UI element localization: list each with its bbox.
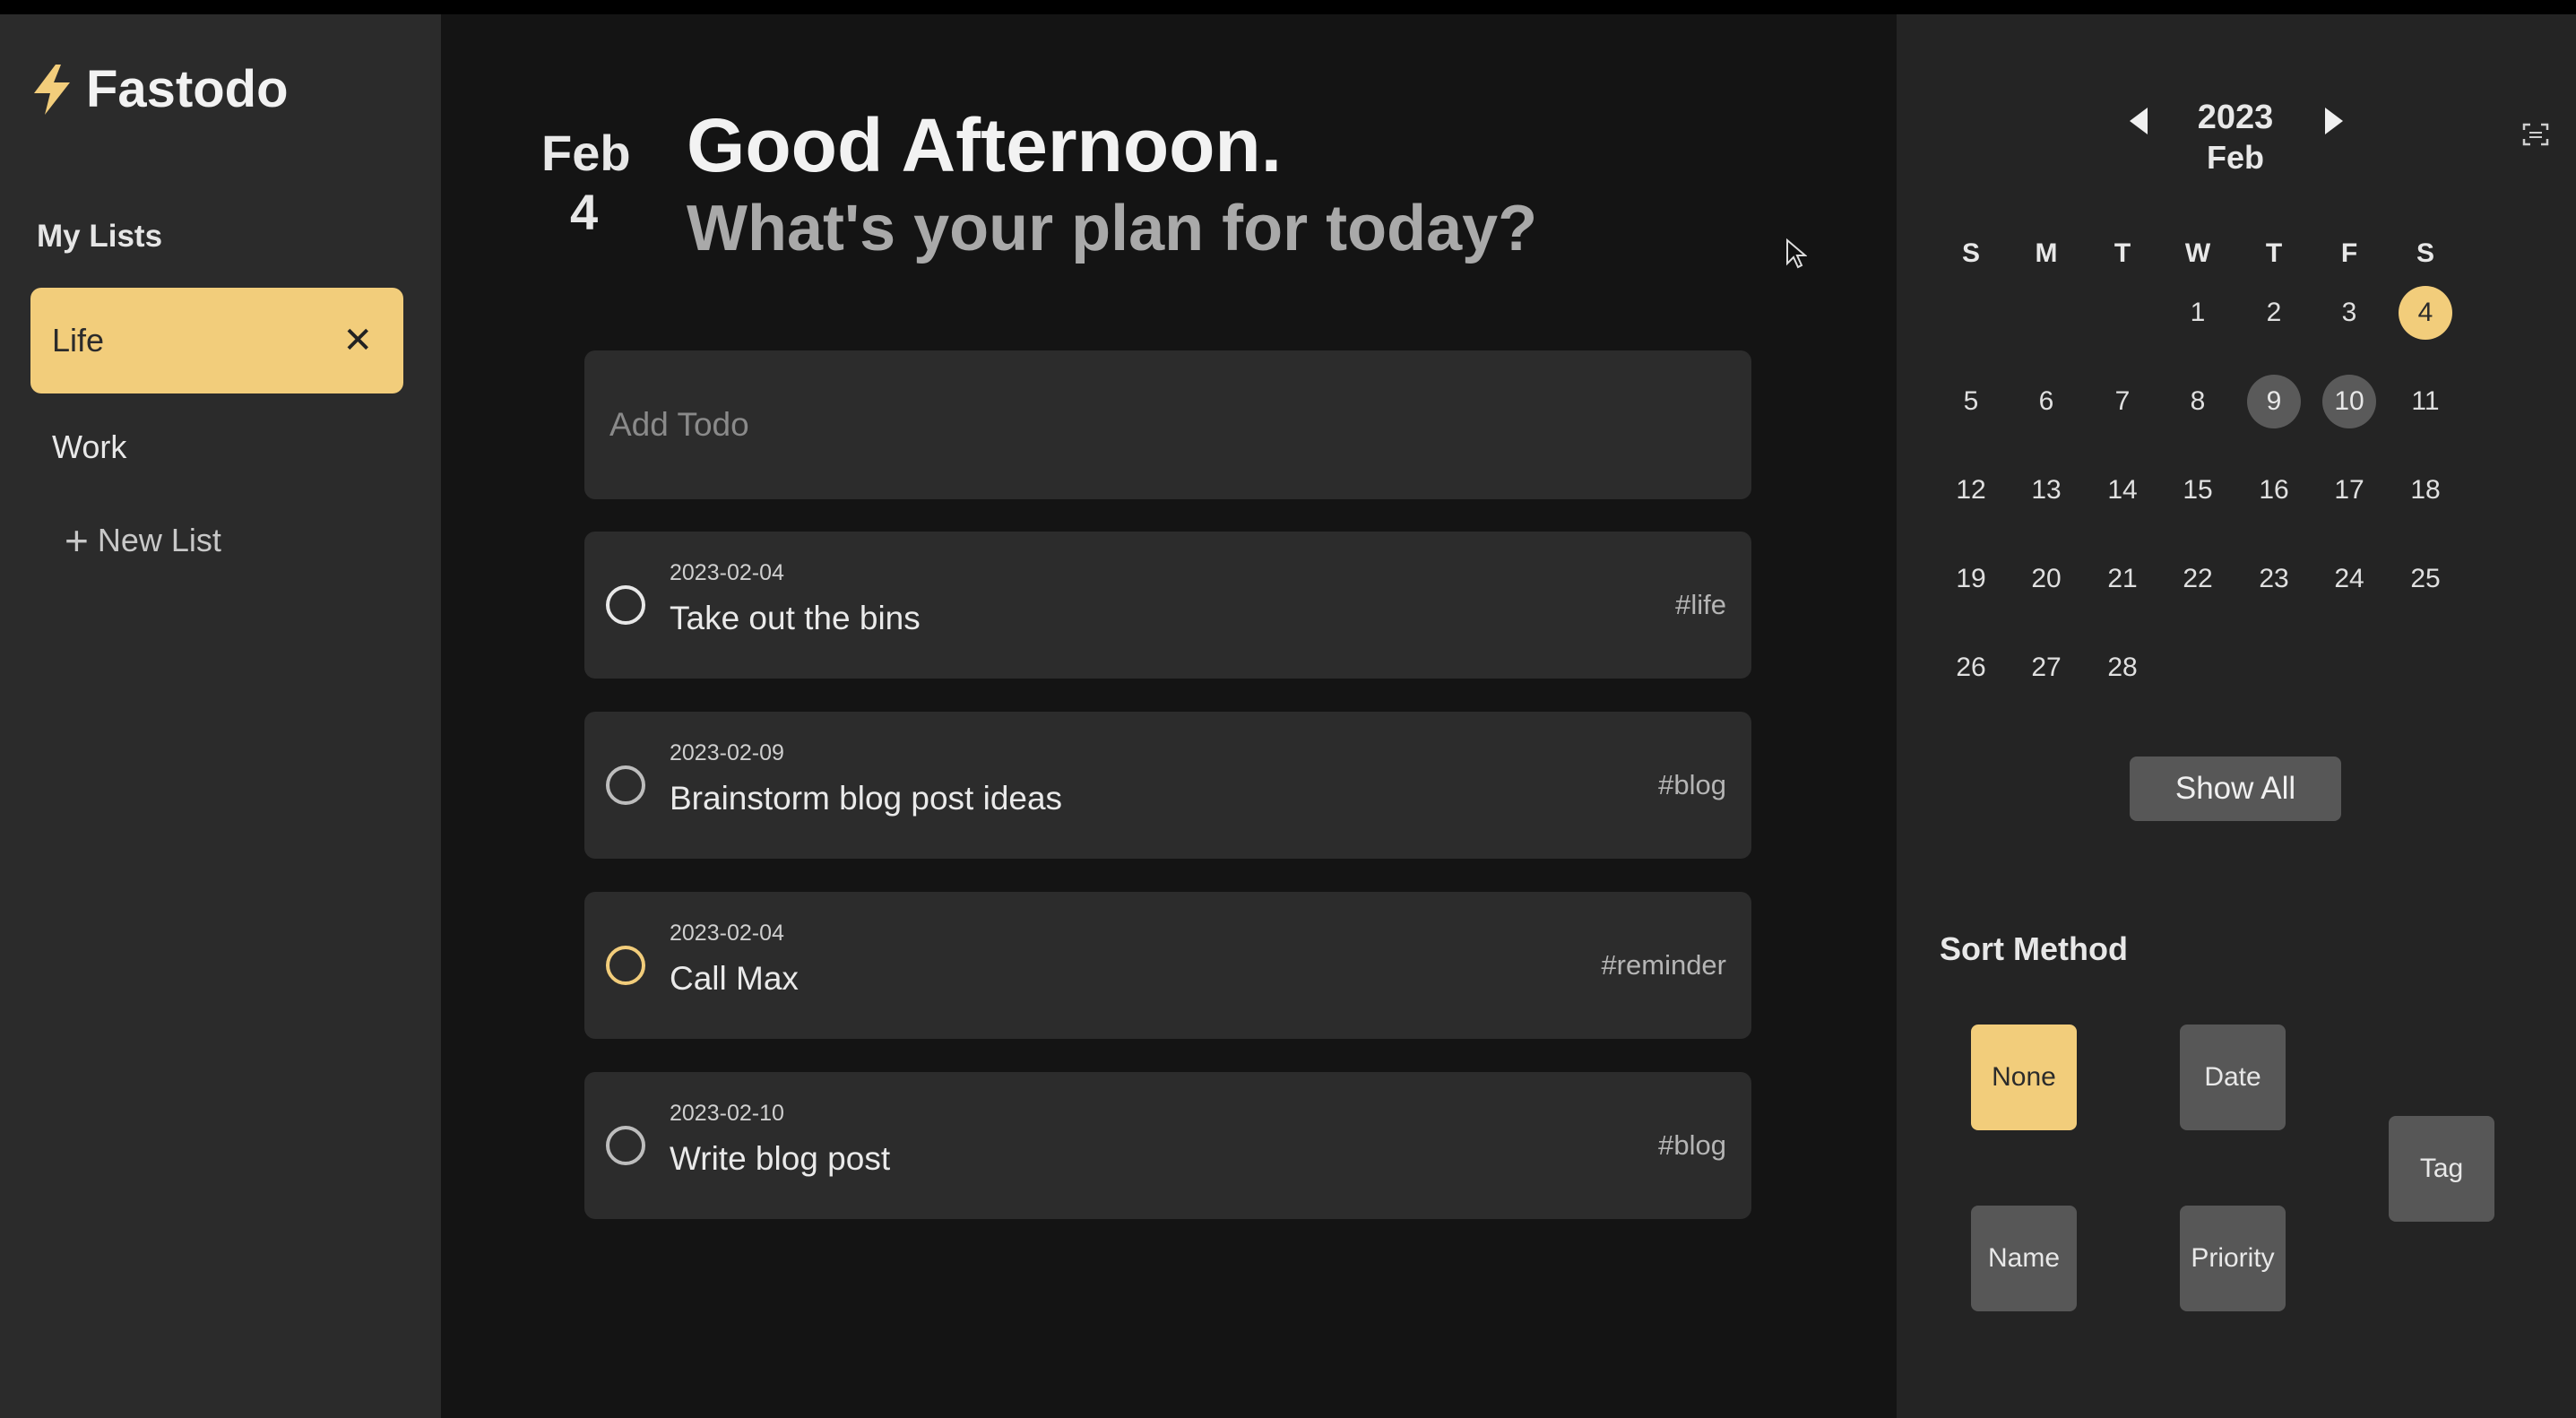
calendar-day-16[interactable]: 16 bbox=[2247, 463, 2301, 517]
todo-date: 2023-02-04 bbox=[670, 921, 784, 946]
window-top-bar bbox=[0, 0, 2576, 14]
todo-tag: #life bbox=[1675, 589, 1726, 620]
calendar-day-7[interactable]: 7 bbox=[2096, 375, 2149, 428]
plus-icon: + bbox=[65, 517, 89, 564]
mouse-pointer-icon bbox=[1786, 238, 1807, 269]
todo-title: Take out the bins bbox=[670, 600, 921, 636]
sidebar-list-life[interactable]: Life ✕ bbox=[30, 288, 403, 393]
weekday-header: M bbox=[2035, 238, 2058, 268]
todo-date: 2023-02-10 bbox=[670, 1101, 784, 1126]
todo-checkbox[interactable] bbox=[606, 765, 645, 805]
todo-item[interactable]: 2023-02-10 Write blog post #blog bbox=[584, 1072, 1751, 1219]
calendar-day-11[interactable]: 11 bbox=[2399, 375, 2452, 428]
sort-tag-button[interactable]: Tag bbox=[2389, 1116, 2494, 1222]
screenshot-icon[interactable] bbox=[2522, 122, 2549, 147]
next-month-icon[interactable] bbox=[2323, 106, 2345, 136]
calendar-day-13[interactable]: 13 bbox=[2019, 463, 2073, 517]
calendar-day-24[interactable]: 24 bbox=[2322, 552, 2376, 606]
calendar-day-9[interactable]: 9 bbox=[2247, 375, 2301, 428]
calendar-day-5[interactable]: 5 bbox=[1944, 375, 1998, 428]
todo-title: Call Max bbox=[670, 960, 799, 997]
todo-tag: #reminder bbox=[1601, 949, 1726, 981]
header-day: 4 bbox=[570, 184, 599, 240]
new-list-button[interactable]: + New List bbox=[65, 520, 221, 561]
weekday-header: T bbox=[2265, 238, 2283, 268]
close-icon[interactable]: ✕ bbox=[342, 320, 373, 361]
app-name: Fastodo bbox=[86, 60, 289, 118]
weekday-header: F bbox=[2340, 238, 2358, 268]
weekday-header: W bbox=[2184, 238, 2211, 268]
calendar-day-25[interactable]: 25 bbox=[2399, 552, 2452, 606]
todo-title: Brainstorm blog post ideas bbox=[670, 780, 1063, 817]
todo-title: Write blog post bbox=[670, 1140, 891, 1177]
todo-date: 2023-02-09 bbox=[670, 740, 784, 765]
todo-checkbox[interactable] bbox=[606, 946, 645, 985]
calendar-day-1[interactable]: 1 bbox=[2171, 286, 2225, 340]
calendar-day-18[interactable]: 18 bbox=[2399, 463, 2452, 517]
calendar-day-14[interactable]: 14 bbox=[2096, 463, 2149, 517]
todo-item[interactable]: 2023-02-04 Call Max #reminder bbox=[584, 892, 1751, 1039]
calendar-day-6[interactable]: 6 bbox=[2019, 375, 2073, 428]
lightning-bolt-icon bbox=[34, 64, 70, 115]
calendar-day-8[interactable]: 8 bbox=[2171, 375, 2225, 428]
calendar-day-19[interactable]: 19 bbox=[1944, 552, 1998, 606]
previous-month-icon[interactable] bbox=[2128, 106, 2149, 136]
calendar-day-28[interactable]: 28 bbox=[2096, 641, 2149, 695]
calendar-day-22[interactable]: 22 bbox=[2171, 552, 2225, 606]
weekday-header: T bbox=[2114, 238, 2131, 268]
todo-tag: #blog bbox=[1658, 1129, 1726, 1161]
new-list-label: New List bbox=[97, 522, 221, 558]
todo-date: 2023-02-04 bbox=[670, 560, 784, 585]
todo-item[interactable]: 2023-02-09 Brainstorm blog post ideas #b… bbox=[584, 712, 1751, 859]
calendar-day-21[interactable]: 21 bbox=[2096, 552, 2149, 606]
todo-tag: #blog bbox=[1658, 769, 1726, 800]
calendar-day-27[interactable]: 27 bbox=[2019, 641, 2073, 695]
sort-priority-button[interactable]: Priority bbox=[2180, 1206, 2286, 1311]
calendar-day-23[interactable]: 23 bbox=[2247, 552, 2301, 606]
calendar-day-10[interactable]: 10 bbox=[2322, 375, 2376, 428]
list-label: Life bbox=[52, 322, 105, 359]
calendar-day-26[interactable]: 26 bbox=[1944, 641, 1998, 695]
calendar-day-12[interactable]: 12 bbox=[1944, 463, 1998, 517]
calendar-day-20[interactable]: 20 bbox=[2019, 552, 2073, 606]
todo-checkbox[interactable] bbox=[606, 585, 645, 625]
todo-item[interactable]: 2023-02-04 Take out the bins #life bbox=[584, 532, 1751, 679]
calendar-month: Feb bbox=[2206, 139, 2264, 176]
show-all-button[interactable]: Show All bbox=[2130, 757, 2341, 821]
calendar-year: 2023 bbox=[2197, 99, 2274, 136]
calendar-day-2[interactable]: 2 bbox=[2247, 286, 2301, 340]
sort-none-button[interactable]: None bbox=[1971, 1025, 2077, 1130]
sidebar: Fastodo My Lists bbox=[0, 14, 441, 1418]
header-month: Feb bbox=[541, 125, 631, 181]
calendar-day-3[interactable]: 3 bbox=[2322, 286, 2376, 340]
todo-checkbox[interactable] bbox=[606, 1126, 645, 1165]
sort-name-button[interactable]: Name bbox=[1971, 1206, 2077, 1311]
calendar-day-17[interactable]: 17 bbox=[2322, 463, 2376, 517]
calendar-day-15[interactable]: 15 bbox=[2171, 463, 2225, 517]
greeting-subtitle: What's your plan for today? bbox=[687, 193, 1538, 264]
sort-date-button[interactable]: Date bbox=[2180, 1025, 2286, 1130]
calendar-day-4[interactable]: 4 bbox=[2399, 286, 2452, 340]
add-todo-input[interactable] bbox=[584, 350, 1751, 499]
sort-method-heading: Sort Method bbox=[1940, 930, 2128, 967]
list-label: Work bbox=[52, 428, 127, 465]
my-lists-heading: My Lists bbox=[37, 219, 163, 254]
greeting-title: Good Afternoon. bbox=[687, 103, 1283, 187]
app-logo[interactable]: Fastodo bbox=[30, 59, 289, 119]
sidebar-list-work[interactable]: Work bbox=[30, 394, 403, 500]
weekday-header: S bbox=[2416, 238, 2434, 268]
weekday-header: S bbox=[1961, 238, 1980, 268]
